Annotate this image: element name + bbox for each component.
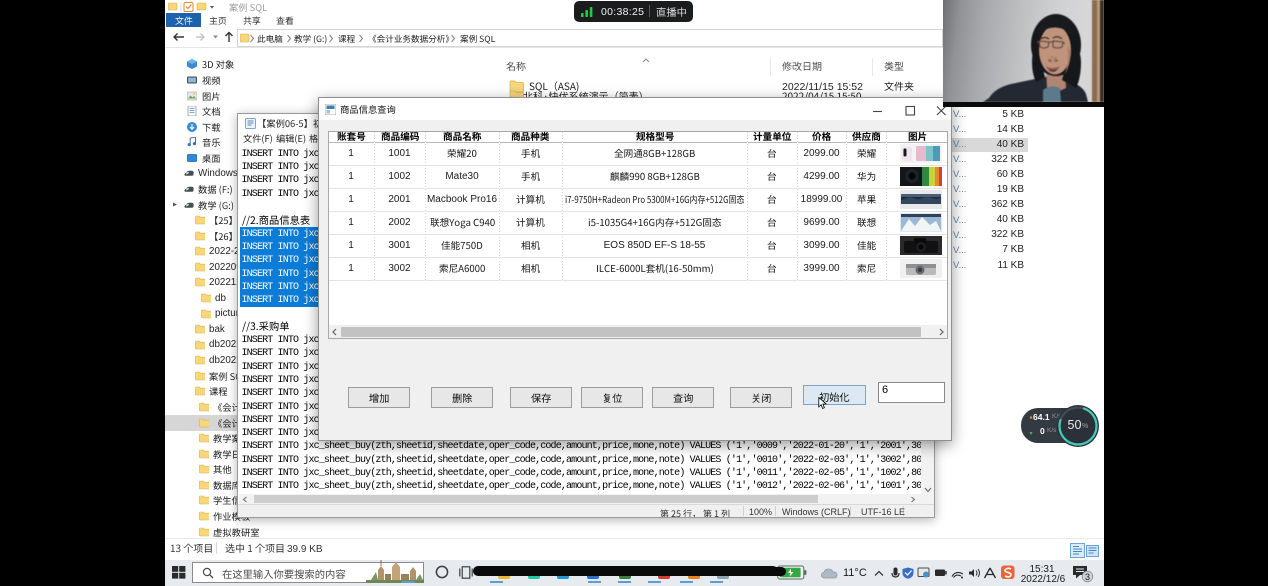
svg-text:3: 3 <box>1085 572 1090 582</box>
